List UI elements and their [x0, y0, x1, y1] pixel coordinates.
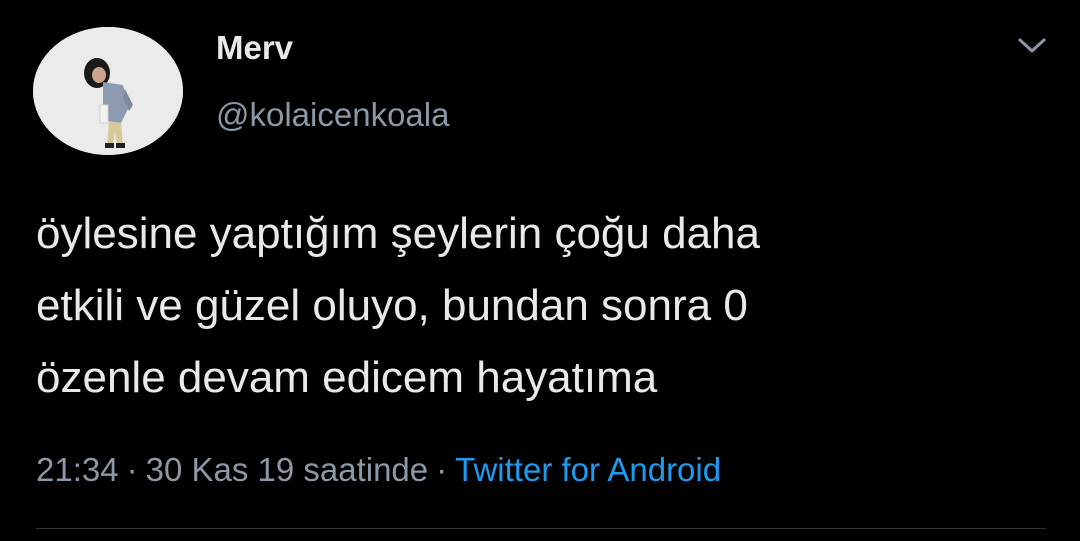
username[interactable]: @kolaicenkoala — [216, 95, 449, 135]
divider — [36, 528, 1046, 529]
separator: · — [436, 451, 448, 488]
profile-photo-icon — [33, 27, 183, 155]
display-name[interactable]: Merv — [216, 28, 293, 68]
tweet-source-link[interactable]: Twitter for Android — [455, 451, 721, 488]
separator: · — [126, 451, 138, 488]
tweet-text: öylesine yaptığım şeylerin çoğu daha etk… — [36, 209, 760, 402]
tweet-metadata: 21:34 · 30 Kas 19 saatinde · Twitter for And… — [36, 450, 721, 490]
chevron-down-icon[interactable] — [1012, 30, 1052, 60]
tweet-time[interactable]: 21:34 — [36, 451, 119, 488]
tweet-date[interactable]: 30 Kas 19 saatinde — [146, 451, 429, 488]
avatar[interactable] — [33, 27, 183, 155]
tweet-card: Merv @kolaicenkoala öylesine yaptığım şe… — [0, 0, 1080, 541]
